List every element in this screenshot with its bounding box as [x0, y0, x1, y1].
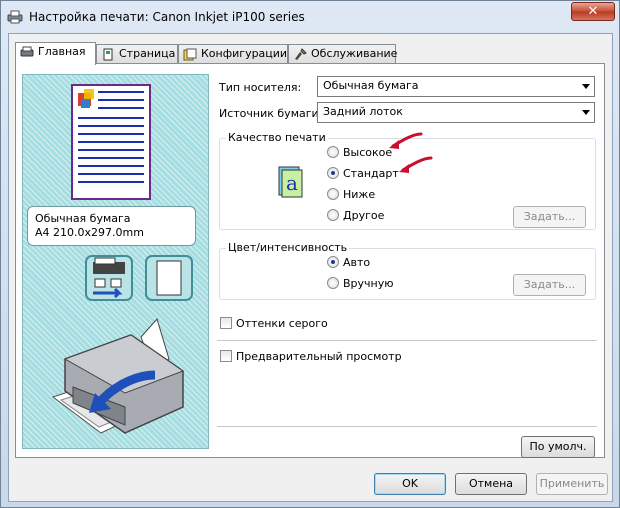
svg-text:a: a: [286, 171, 298, 195]
annotation-arrow-icon: [399, 156, 433, 173]
paper-type-text: Обычная бумага: [35, 212, 131, 225]
page-tab-icon: [103, 48, 113, 61]
ok-button[interactable]: OK: [374, 473, 446, 495]
separator: [217, 340, 597, 341]
tab-maintenance-label: Обслуживание: [311, 47, 398, 60]
quality-set-button[interactable]: Задать...: [513, 206, 586, 228]
close-icon: ✕: [587, 4, 599, 19]
close-button[interactable]: ✕: [571, 2, 615, 21]
separator: [217, 426, 597, 427]
main-tab-icon: [20, 46, 34, 57]
tab-main[interactable]: Главная: [15, 42, 96, 65]
title-bar[interactable]: Настройка печати: Canon Inkjet iP100 ser…: [1, 1, 619, 33]
tab-maintenance[interactable]: Обслуживание: [288, 44, 398, 64]
dialog-client-area: Главная Страница Конфигурации Обслуживан…: [8, 33, 613, 502]
maintenance-tab-icon: [295, 48, 307, 60]
tab-page-label: Страница: [119, 47, 176, 60]
page-layout-illustration: [71, 84, 151, 200]
window-title: Настройка печати: Canon Inkjet iP100 ser…: [29, 10, 305, 24]
color-auto-label: Авто: [343, 256, 371, 269]
defaults-button[interactable]: По умолч.: [521, 436, 595, 458]
paper-source-select[interactable]: Задний лоток: [317, 102, 595, 123]
print-settings-window: Настройка печати: Canon Inkjet iP100 ser…: [0, 0, 620, 508]
preview-before-print-label: Предварительный просмотр: [236, 350, 402, 363]
grayscale-label: Оттенки серого: [236, 317, 328, 330]
quality-standard-label: Стандарт: [343, 167, 399, 180]
media-type-select[interactable]: Обычная бумага: [317, 76, 595, 97]
annotation-arrow-icon: [389, 132, 423, 149]
print-quality-title: Качество печати: [226, 131, 328, 144]
paper-info-box: Обычная бумага A4 210.0x297.0mm: [27, 206, 196, 246]
printer-icon: [7, 10, 23, 24]
color-manual-label: Вручную: [343, 277, 394, 290]
cancel-button[interactable]: Отмена: [455, 473, 527, 495]
color-intensity-title: Цвет/интенсивность: [226, 241, 350, 254]
media-type-label: Тип носителя:: [219, 81, 302, 94]
paper-source-value: Задний лоток: [323, 105, 403, 118]
print-quality-icon: a: [278, 166, 303, 198]
paper-orientation-icon: [145, 255, 193, 301]
quality-custom-label: Другое: [343, 209, 385, 222]
tab-main-label: Главная: [38, 45, 86, 58]
tab-page[interactable]: Страница: [96, 44, 178, 64]
tab-profiles-label: Конфигурации: [201, 47, 288, 60]
chevron-down-icon: [582, 84, 590, 89]
rear-tray-source-icon: [85, 255, 133, 301]
tab-profiles[interactable]: Конфигурации: [178, 44, 288, 64]
paper-size-text: A4 210.0x297.0mm: [35, 226, 144, 239]
profile-tab-icon: [183, 48, 197, 61]
chevron-down-icon: [582, 110, 590, 115]
paper-source-label: Источник бумаги:: [219, 107, 323, 120]
media-type-value: Обычная бумага: [323, 79, 419, 92]
printer-illustration: [51, 317, 185, 434]
apply-button[interactable]: Применить: [536, 473, 608, 495]
print-preview-area: Обычная бумага A4 210.0x297.0mm: [22, 74, 209, 449]
color-set-button[interactable]: Задать...: [513, 274, 586, 296]
quality-draft-label: Ниже: [343, 188, 376, 201]
